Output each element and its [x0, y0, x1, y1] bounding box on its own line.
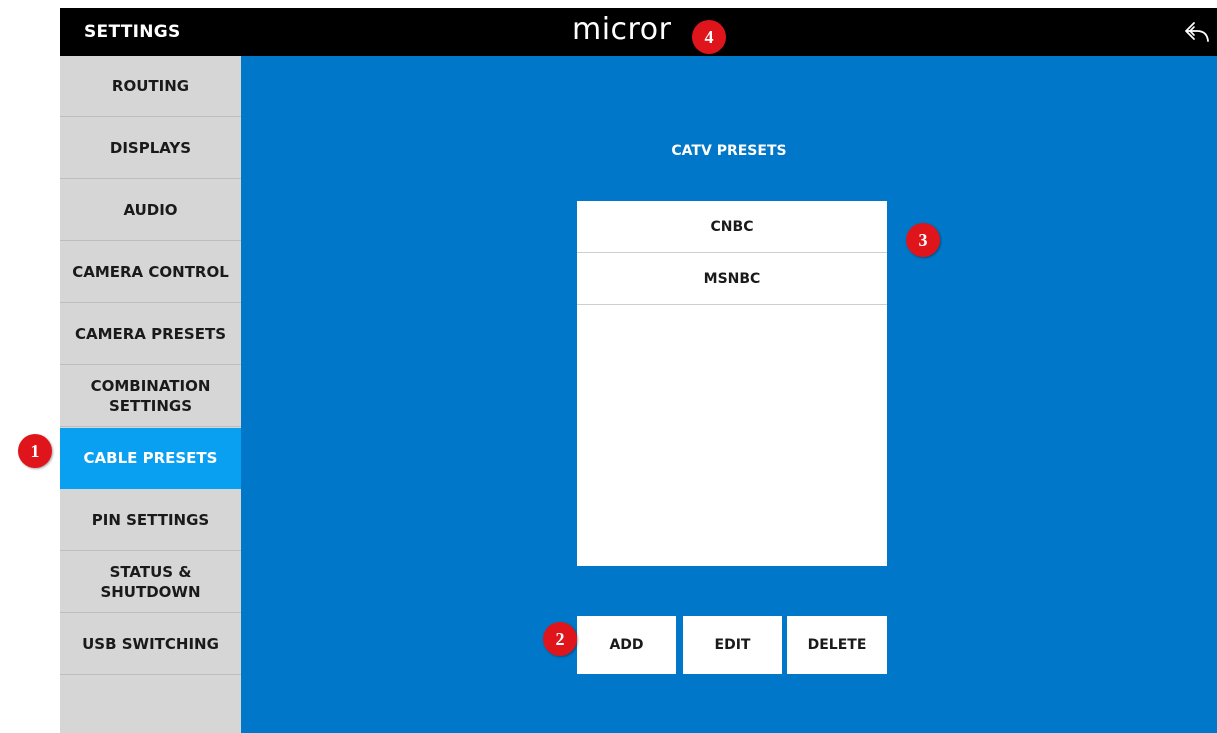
- sidebar-item-label: CAMERA CONTROL: [72, 263, 229, 281]
- sidebar-item-displays[interactable]: DISPLAYS: [60, 118, 241, 179]
- sidebar-item-label: COMBINATION SETTINGS: [90, 377, 211, 415]
- sidebar-item-label: DISPLAYS: [109, 139, 192, 157]
- sidebar-item-routing[interactable]: ROUTING: [60, 56, 241, 117]
- sidebar-item-status-shutdown[interactable]: STATUS & SHUTDOWN: [60, 552, 241, 613]
- sidebar-item-label: CAMERA PRESETS: [74, 325, 227, 343]
- list-item[interactable]: CNBC: [577, 201, 887, 253]
- annotation-badge-2: 2: [543, 622, 577, 656]
- sidebar-item-label: STATUS & SHUTDOWN: [100, 563, 201, 601]
- sidebar-item-audio[interactable]: AUDIO: [60, 180, 241, 241]
- sidebar-item-label: CABLE PRESETS: [83, 449, 218, 467]
- edit-button[interactable]: EDIT: [683, 616, 782, 674]
- sidebar-item-usb-switching[interactable]: USB SWITCHING: [60, 614, 241, 675]
- annotation-badge-4: 4: [692, 20, 726, 54]
- sidebar-item-label: USB SWITCHING: [82, 635, 219, 653]
- brand-logo: micror: [572, 12, 672, 47]
- settings-screen: SETTINGS micror ROUTING DISPLAYS AUDIO C…: [60, 8, 1217, 733]
- list-item[interactable]: MSNBC: [577, 253, 887, 305]
- sidebar-nav: ROUTING DISPLAYS AUDIO CAMERA CONTROL CA…: [60, 56, 241, 733]
- sidebar-item-cable-presets[interactable]: CABLE PRESETS: [60, 428, 241, 489]
- page-title: SETTINGS: [84, 22, 181, 42]
- preset-list: CNBC MSNBC: [577, 201, 887, 566]
- annotation-badge-3: 3: [906, 223, 940, 257]
- sidebar-item-label: PIN SETTINGS: [91, 511, 210, 529]
- back-arrow-icon[interactable]: [1184, 20, 1210, 44]
- sidebar-item-camera-control[interactable]: CAMERA CONTROL: [60, 242, 241, 303]
- add-button[interactable]: ADD: [577, 616, 676, 674]
- sidebar-item-label: AUDIO: [123, 201, 178, 219]
- top-bar: SETTINGS micror: [60, 8, 1217, 56]
- sidebar-item-combination-settings[interactable]: COMBINATION SETTINGS: [60, 366, 241, 427]
- section-title: CATV PRESETS: [671, 143, 787, 159]
- annotation-badge-1: 1: [18, 434, 52, 468]
- sidebar-item-camera-presets[interactable]: CAMERA PRESETS: [60, 304, 241, 365]
- sidebar-item-pin-settings[interactable]: PIN SETTINGS: [60, 490, 241, 551]
- delete-button[interactable]: DELETE: [787, 616, 887, 674]
- sidebar-item-label: ROUTING: [111, 77, 190, 95]
